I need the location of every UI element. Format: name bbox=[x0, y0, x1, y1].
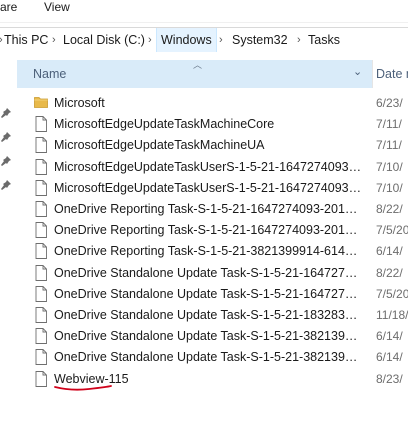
file-row[interactable]: OneDrive Standalone Update Task-S-1-5-21… bbox=[17, 325, 408, 347]
breadcrumb-separator[interactable]: › bbox=[297, 28, 301, 52]
file-date: 7/10/ bbox=[376, 159, 403, 174]
file-date: 7/10/ bbox=[376, 180, 403, 195]
file-icon bbox=[35, 264, 47, 281]
menu-item-view[interactable]: View bbox=[44, 0, 70, 14]
folder-icon bbox=[34, 97, 48, 108]
breadcrumb-windows[interactable]: Windows bbox=[156, 28, 217, 52]
menu-item-share[interactable]: are bbox=[0, 0, 17, 14]
file-name: OneDrive Standalone Update Task-S-1-5-21… bbox=[54, 265, 364, 280]
file-icon bbox=[35, 116, 47, 133]
file-date: 6/23/ bbox=[376, 96, 403, 110]
file-name: Microsoft bbox=[54, 96, 105, 110]
pin-icon[interactable] bbox=[1, 180, 11, 190]
file-icon bbox=[35, 201, 47, 217]
file-icon bbox=[35, 370, 47, 387]
column-header: ︿ Name ⌄ Date m bbox=[17, 60, 408, 88]
column-divider[interactable] bbox=[372, 60, 373, 88]
file-icon bbox=[35, 137, 47, 154]
column-header-name[interactable]: ︿ Name ⌄ bbox=[17, 60, 372, 88]
file-row[interactable]: MicrosoftEdgeUpdateTaskUserS-1-5-21-1647… bbox=[17, 156, 408, 178]
file-icon bbox=[35, 307, 47, 323]
column-header-date[interactable]: Date m bbox=[376, 67, 408, 81]
file-date: 6/14/ bbox=[376, 329, 403, 344]
breadcrumb-this-pc[interactable]: This PC bbox=[4, 28, 48, 52]
file-icon bbox=[35, 222, 47, 239]
pin-icon[interactable] bbox=[1, 132, 11, 142]
pin-icon[interactable] bbox=[1, 108, 11, 118]
file-icon bbox=[35, 349, 47, 366]
file-row[interactable]: OneDrive Standalone Update Task-S-1-5-21… bbox=[17, 283, 408, 305]
file-icon bbox=[35, 285, 47, 302]
file-name: OneDrive Standalone Update Task-S-1-5-21… bbox=[54, 286, 364, 301]
file-name: MicrosoftEdgeUpdateTaskUserS-1-5-21-1647… bbox=[54, 159, 364, 174]
breadcrumb-tasks[interactable]: Tasks bbox=[308, 28, 340, 52]
file-icon bbox=[35, 158, 47, 175]
breadcrumb-separator[interactable]: › bbox=[219, 28, 223, 52]
pin-icon[interactable] bbox=[1, 156, 11, 166]
file-row[interactable]: OneDrive Reporting Task-S-1-5-21-1647274… bbox=[17, 219, 408, 241]
file-date: 6/14/ bbox=[376, 244, 403, 259]
file-name: MicrosoftEdgeUpdateTaskUserS-1-5-21-1647… bbox=[54, 180, 364, 195]
file-date: 8/22/ bbox=[376, 265, 403, 280]
file-row[interactable]: OneDrive Standalone Update Task-S-1-5-21… bbox=[17, 304, 408, 326]
chevron-down-icon[interactable]: ⌄ bbox=[353, 65, 362, 78]
file-icon bbox=[35, 243, 47, 260]
file-row[interactable]: OneDrive Standalone Update Task-S-1-5-21… bbox=[17, 346, 408, 368]
file-name: MicrosoftEdgeUpdateTaskMachineCore bbox=[54, 117, 275, 132]
file-list: ︿ Name ⌄ Date m Microsoft 6/23/MicrosoftE… bbox=[17, 52, 408, 433]
breadcrumb-local-disk[interactable]: Local Disk (C:) bbox=[63, 28, 145, 52]
column-header-name-label: Name bbox=[33, 67, 67, 81]
sort-up-icon: ︿ bbox=[193, 60, 203, 70]
breadcrumb-system32[interactable]: System32 bbox=[232, 28, 288, 52]
file-row[interactable]: Webview-115 8/23/ bbox=[17, 368, 408, 391]
file-date: 8/23/ bbox=[376, 371, 403, 386]
file-icon bbox=[35, 179, 47, 196]
navigation-pane bbox=[0, 52, 17, 433]
file-row[interactable]: OneDrive Standalone Update Task-S-1-5-21… bbox=[17, 262, 408, 284]
file-date: 7/11/ bbox=[376, 138, 402, 153]
file-row[interactable]: Microsoft 6/23/ bbox=[17, 92, 408, 114]
file-date: 11/18/ bbox=[376, 308, 408, 322]
file-row[interactable]: MicrosoftEdgeUpdateTaskUserS-1-5-21-1647… bbox=[17, 177, 408, 199]
file-name: OneDrive Reporting Task-S-1-5-21-3821399… bbox=[54, 244, 364, 259]
breadcrumb-separator[interactable]: › bbox=[52, 28, 56, 52]
file-date: 7/11/ bbox=[376, 117, 402, 132]
file-date: 6/14/ bbox=[376, 350, 403, 365]
file-row[interactable]: MicrosoftEdgeUpdateTaskMachineCore 7/11/ bbox=[17, 113, 408, 135]
file-row[interactable]: OneDrive Reporting Task-S-1-5-21-3821399… bbox=[17, 240, 408, 262]
file-row[interactable]: OneDrive Reporting Task-S-1-5-21-1647274… bbox=[17, 198, 408, 220]
file-date: 7/5/20 bbox=[376, 286, 408, 301]
ribbon-menu: are View bbox=[0, 0, 408, 23]
file-name: OneDrive Standalone Update Task-S-1-5-21… bbox=[54, 308, 364, 322]
file-name: MicrosoftEdgeUpdateTaskMachineUA bbox=[54, 138, 265, 153]
file-date: 8/22/ bbox=[376, 202, 403, 216]
file-name: OneDrive Standalone Update Task-S-1-5-21… bbox=[54, 329, 364, 344]
breadcrumb-separator[interactable]: › bbox=[148, 28, 152, 52]
file-name: OneDrive Reporting Task-S-1-5-21-1647274… bbox=[54, 202, 364, 216]
red-underline-annotation bbox=[54, 384, 112, 391]
file-icon bbox=[35, 328, 47, 345]
breadcrumb: › This PC › Local Disk (C:) › Windows › … bbox=[0, 27, 408, 53]
file-name: OneDrive Reporting Task-S-1-5-21-1647274… bbox=[54, 223, 364, 238]
file-row[interactable]: MicrosoftEdgeUpdateTaskMachineUA 7/11/ bbox=[17, 134, 408, 156]
breadcrumb-separator: › bbox=[0, 28, 3, 52]
file-name: OneDrive Standalone Update Task-S-1-5-21… bbox=[54, 350, 364, 365]
file-date: 7/5/20 bbox=[376, 223, 408, 238]
